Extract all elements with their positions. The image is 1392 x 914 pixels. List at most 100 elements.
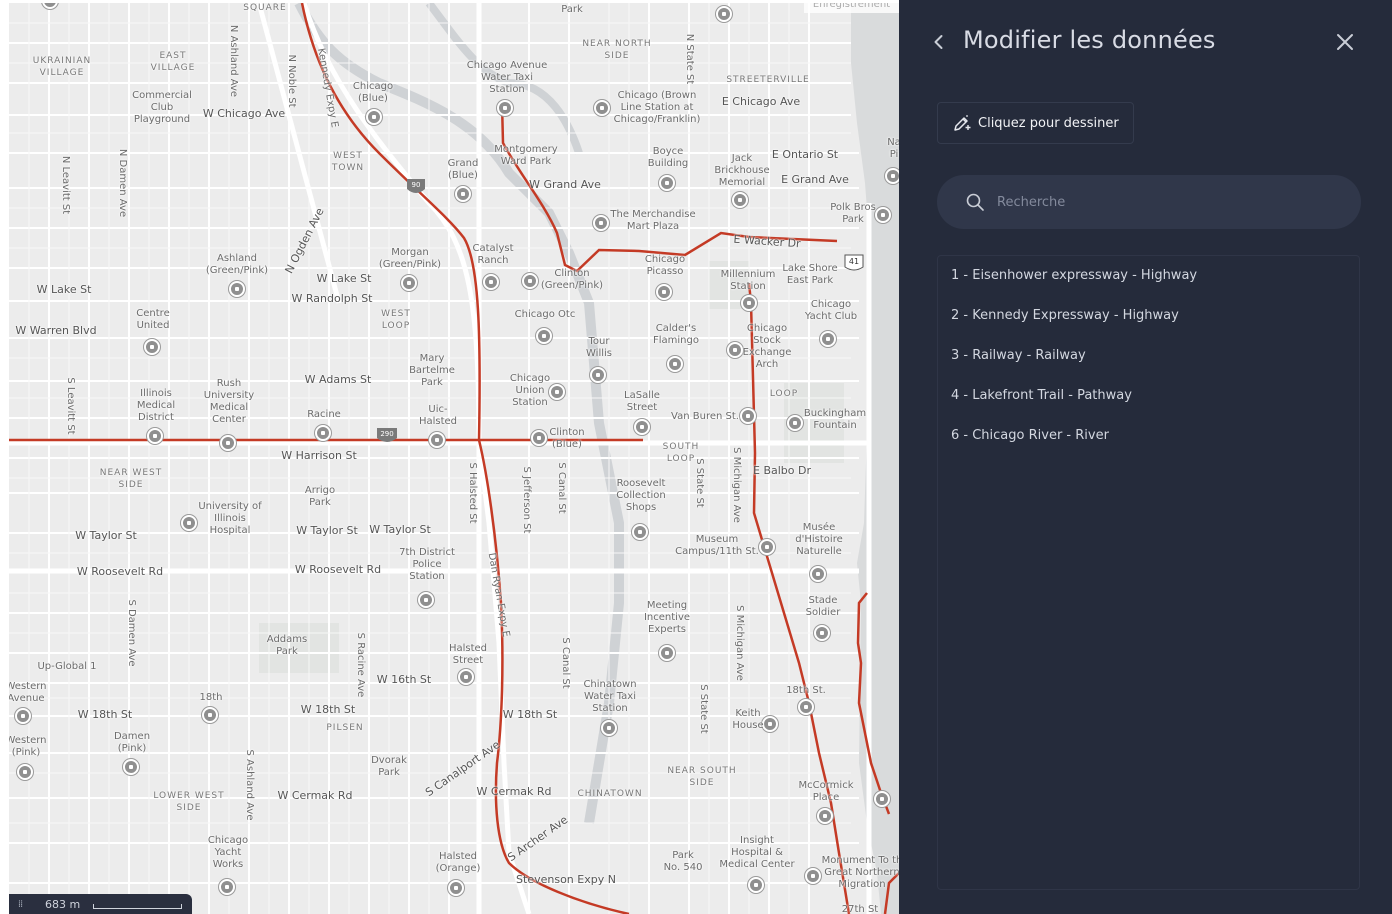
list-item[interactable]: 6 - Chicago River - River bbox=[938, 416, 1359, 456]
list-item[interactable]: 2 - Kennedy Expressway - Highway bbox=[938, 296, 1359, 336]
poi-icon[interactable] bbox=[805, 868, 821, 884]
map-label: Western (Pink) bbox=[9, 735, 47, 758]
transit-station-icon[interactable] bbox=[429, 432, 445, 448]
transit-station-icon[interactable] bbox=[531, 430, 547, 446]
poi-icon[interactable] bbox=[590, 367, 606, 383]
poi-icon[interactable] bbox=[632, 524, 648, 540]
chevron-left-icon[interactable] bbox=[927, 30, 951, 54]
poi-icon[interactable] bbox=[181, 515, 197, 531]
map-label: W Roosevelt Rd bbox=[76, 565, 164, 578]
transit-station-icon[interactable] bbox=[123, 759, 139, 775]
transit-station-icon[interactable] bbox=[522, 273, 538, 289]
map-label: Arrigo Park bbox=[304, 485, 336, 508]
transit-station-icon[interactable] bbox=[536, 328, 552, 344]
map-label: W Cermak Rd bbox=[277, 789, 353, 802]
poi-icon[interactable] bbox=[716, 6, 732, 22]
poi-icon[interactable] bbox=[814, 625, 830, 641]
poi-icon[interactable] bbox=[885, 168, 899, 184]
map-label: W Chicago Ave bbox=[202, 107, 286, 120]
poi-icon[interactable] bbox=[659, 175, 675, 191]
map-label: LaSalle Street bbox=[624, 390, 660, 413]
poi-icon[interactable] bbox=[601, 720, 617, 736]
map-label: S Jefferson St bbox=[521, 466, 532, 534]
close-icon[interactable] bbox=[1333, 30, 1357, 54]
transit-station-icon[interactable] bbox=[594, 100, 610, 116]
poi-icon[interactable] bbox=[810, 566, 826, 582]
map-label: W Warren Blvd bbox=[15, 324, 97, 337]
search-box[interactable] bbox=[937, 175, 1361, 229]
map-label: S Halsted St bbox=[467, 462, 478, 524]
map-attribution[interactable]: Enregistrement bbox=[804, 3, 899, 13]
map-label: The Merchandise Mart Plaza bbox=[610, 209, 696, 232]
poi-icon[interactable] bbox=[659, 645, 675, 661]
map-label: W 18th St bbox=[502, 708, 558, 721]
map-label: S Leavitt St bbox=[65, 377, 76, 435]
transit-station-icon[interactable] bbox=[497, 100, 513, 116]
poi-icon[interactable] bbox=[787, 415, 803, 431]
map-label: Stade Soldier bbox=[805, 595, 841, 618]
map-label: Illinois Medical District bbox=[136, 388, 176, 423]
map-label: NEAR WEST SIDE bbox=[99, 468, 163, 490]
list-item[interactable]: 1 - Eisenhower expressway - Highway bbox=[938, 256, 1359, 296]
transit-station-icon[interactable] bbox=[315, 425, 331, 441]
poi-icon[interactable] bbox=[732, 192, 748, 208]
poi-icon[interactable] bbox=[219, 879, 235, 895]
transit-station-icon[interactable] bbox=[455, 186, 471, 202]
poi-icon[interactable] bbox=[875, 207, 891, 223]
transit-station-icon[interactable] bbox=[147, 428, 163, 444]
transit-station-icon[interactable] bbox=[401, 275, 417, 291]
map-label: W 18th St bbox=[77, 708, 133, 721]
transit-station-icon[interactable] bbox=[448, 880, 464, 896]
draw-button[interactable]: Cliquez pour dessiner bbox=[937, 102, 1134, 144]
transit-station-icon[interactable] bbox=[759, 539, 775, 555]
map-label: Western Avenue bbox=[9, 681, 47, 704]
shield-label-290: 290 bbox=[380, 430, 394, 438]
map-label: S State St bbox=[694, 458, 705, 508]
transit-station-icon[interactable] bbox=[366, 109, 382, 125]
poi-icon[interactable] bbox=[820, 331, 836, 347]
map-label: Catalyst Ranch bbox=[472, 243, 514, 266]
search-input[interactable] bbox=[995, 193, 1329, 211]
list-item[interactable]: 4 - Lakefront Trail - Pathway bbox=[938, 376, 1359, 416]
poi-icon[interactable] bbox=[748, 877, 764, 893]
poi-icon[interactable] bbox=[656, 284, 672, 300]
transit-station-icon[interactable] bbox=[740, 408, 756, 424]
map-label: Centre United bbox=[136, 308, 170, 331]
poi-icon[interactable] bbox=[667, 356, 683, 372]
poi-icon[interactable] bbox=[762, 716, 778, 732]
map-label: WEST LOOP bbox=[381, 309, 411, 331]
scale-bar[interactable]: ⁞⁞ 683 m bbox=[9, 894, 192, 914]
transit-station-icon[interactable] bbox=[817, 808, 833, 824]
poi-icon[interactable] bbox=[144, 339, 160, 355]
poi-icon[interactable] bbox=[593, 215, 609, 231]
transit-station-icon[interactable] bbox=[634, 419, 650, 435]
map-label: Chicago (Blue) bbox=[352, 81, 394, 104]
data-list: 1 - Eisenhower expressway - Highway 2 - … bbox=[937, 255, 1360, 890]
map-label: LOOP bbox=[769, 389, 799, 399]
drag-grip-icon[interactable]: ⁞⁞ bbox=[9, 899, 31, 910]
map-label: Commercial Club Playground bbox=[132, 90, 192, 125]
transit-station-icon[interactable] bbox=[549, 384, 565, 400]
map-label: LOWER WEST SIDE bbox=[153, 791, 225, 813]
transit-station-icon[interactable] bbox=[458, 669, 474, 685]
map-label: Chicago Stock Exchange Arch bbox=[742, 323, 792, 370]
poi-icon[interactable] bbox=[727, 342, 743, 358]
map-label: S Canal St bbox=[556, 462, 567, 514]
poi-icon[interactable] bbox=[483, 274, 499, 290]
poi-icon[interactable] bbox=[418, 592, 434, 608]
transit-station-icon[interactable] bbox=[202, 707, 218, 723]
map-label: N State St bbox=[684, 33, 695, 85]
map-label: Halsted Street bbox=[448, 643, 488, 666]
transit-station-icon[interactable] bbox=[17, 764, 33, 780]
map-canvas[interactable]: 90 290 41 SQUARE UKRAINIAN VILLAGE EAST … bbox=[9, 3, 899, 914]
transit-station-icon[interactable] bbox=[229, 281, 245, 297]
map-label: Insight Hospital & Medical Center bbox=[719, 835, 795, 870]
map-label: Boyce Building bbox=[647, 146, 689, 169]
poi-icon[interactable] bbox=[220, 435, 236, 451]
transit-station-icon[interactable] bbox=[741, 295, 757, 311]
transit-station-icon[interactable] bbox=[15, 708, 31, 724]
transit-station-icon[interactable] bbox=[798, 699, 814, 715]
map-label: PILSEN bbox=[326, 723, 364, 733]
list-item[interactable]: 3 - Railway - Railway bbox=[938, 336, 1359, 376]
poi-icon[interactable] bbox=[874, 791, 890, 807]
